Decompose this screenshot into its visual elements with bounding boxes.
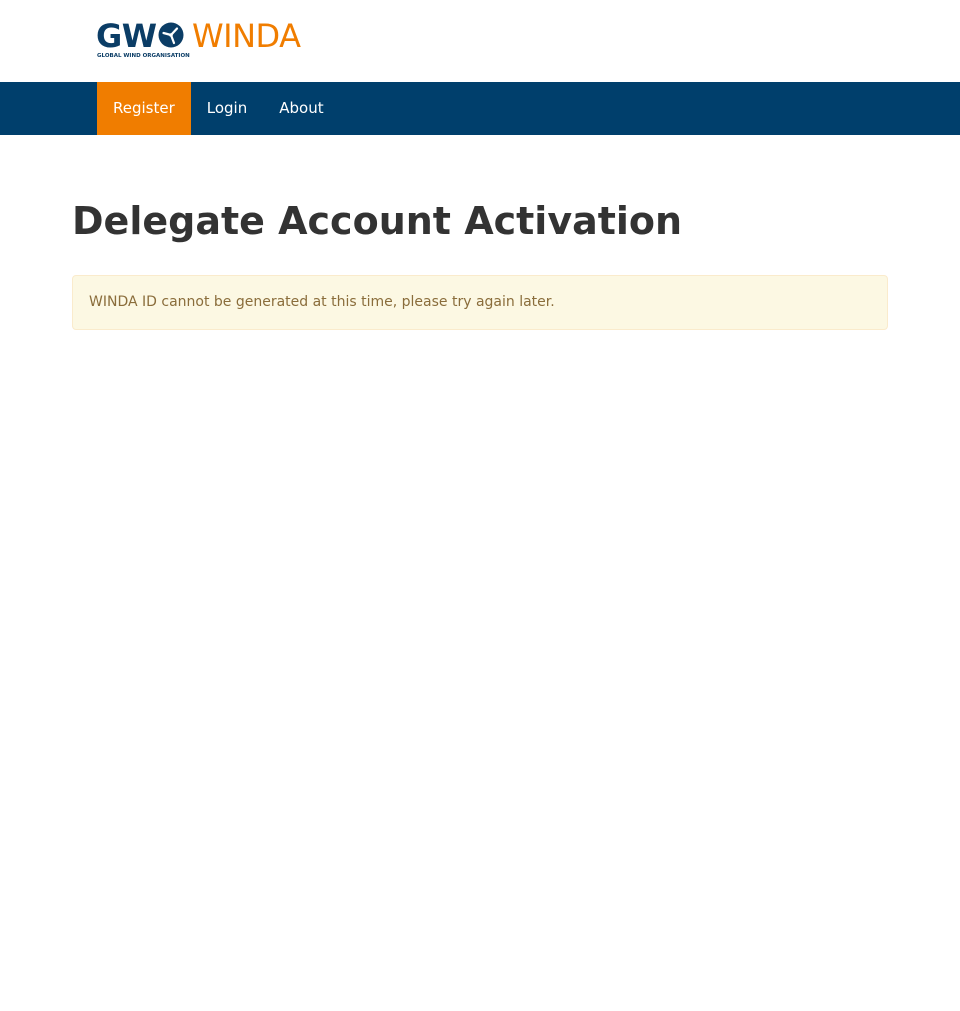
main-navbar: Register Login About (0, 82, 960, 135)
logo-gw-text: GW (96, 17, 157, 55)
gwo-winda-logo[interactable]: GW WINDA GLOBAL WIND ORGANISATION (96, 18, 326, 62)
main-content: Delegate Account Activation WINDA ID can… (72, 135, 888, 330)
alert-message: WINDA ID cannot be generated at this tim… (89, 294, 555, 310)
page-title: Delegate Account Activation (72, 199, 683, 243)
warning-alert: WINDA ID cannot be generated at this tim… (72, 275, 888, 330)
logo-winda-text: WINDA (192, 17, 301, 55)
nav-list: Register Login About (97, 82, 340, 135)
logo-subtitle: GLOBAL WIND ORGANISATION (97, 53, 190, 59)
site-header: GW WINDA GLOBAL WIND ORGANISATION (0, 0, 960, 82)
wind-turbine-icon (158, 22, 184, 48)
nav-item-about[interactable]: About (263, 82, 339, 135)
nav-item-login[interactable]: Login (191, 82, 263, 135)
nav-item-register[interactable]: Register (97, 82, 191, 135)
